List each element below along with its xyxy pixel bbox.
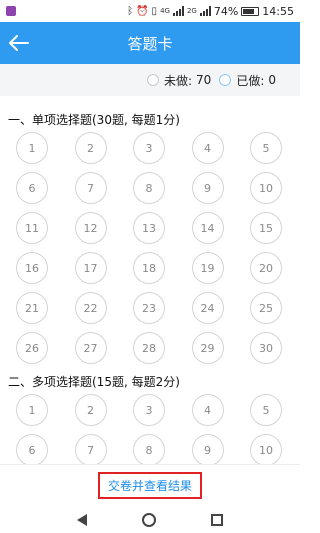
- question-button[interactable]: 30: [250, 332, 282, 364]
- question-button[interactable]: 7: [74, 172, 107, 204]
- question-button[interactable]: 24: [191, 292, 224, 324]
- question-button[interactable]: 26: [16, 332, 48, 364]
- question-button[interactable]: 10: [250, 434, 282, 464]
- nav-back-icon[interactable]: [77, 513, 88, 526]
- system-nav-bar: [0, 506, 300, 533]
- question-button[interactable]: 2: [74, 394, 107, 426]
- signal-icon: [172, 6, 184, 16]
- app-notification-icon: [6, 6, 16, 16]
- legend-bar: 未做: 70 已做: 0: [0, 64, 300, 96]
- battery-percent: 74%: [213, 4, 239, 18]
- vibrate-icon: ▯: [151, 5, 158, 17]
- title-bar: 答题卡: [0, 22, 300, 64]
- status-bar: ᛒ ⏰ ▯ 4G 2G 74% 14:55: [0, 0, 300, 22]
- question-button[interactable]: 15: [250, 212, 282, 244]
- question-button[interactable]: 10: [250, 172, 282, 204]
- question-button[interactable]: 14: [191, 212, 224, 244]
- nav-recent-apps-icon[interactable]: [210, 513, 223, 526]
- page-title: 答题卡: [127, 34, 173, 53]
- question-button[interactable]: 20: [250, 252, 282, 284]
- question-button[interactable]: 11: [16, 212, 48, 244]
- undone-count: 70: [196, 73, 212, 87]
- legend-undone: 未做: 70: [146, 72, 212, 89]
- alarm-icon: ⏰: [136, 5, 149, 17]
- question-button[interactable]: 19: [191, 252, 224, 284]
- question-button[interactable]: 2: [74, 132, 107, 164]
- question-button[interactable]: 8: [133, 172, 165, 204]
- status-time: 14:55: [262, 4, 294, 18]
- question-button[interactable]: 4: [191, 394, 224, 426]
- question-button[interactable]: 5: [250, 132, 282, 164]
- nav-home-icon[interactable]: [141, 512, 156, 527]
- undone-label: 未做:: [163, 73, 193, 88]
- question-button[interactable]: 13: [133, 212, 165, 244]
- question-button[interactable]: 23: [133, 292, 165, 324]
- question-button[interactable]: 7: [74, 434, 107, 464]
- question-button[interactable]: 16: [16, 252, 48, 284]
- section-title-single-choice: 一、单项选择题(30题, 每题1分): [8, 113, 180, 127]
- question-button[interactable]: 29: [191, 332, 224, 364]
- battery-icon: [241, 6, 260, 16]
- section-title-multiple-choice: 二、多项选择题(15题, 每题2分): [8, 375, 180, 389]
- undone-circle-icon: [146, 74, 159, 86]
- signal-icon-2: [199, 6, 211, 16]
- question-grid-single-choice: 1 2 3 4 5 6 7 8 9 10 11 12 13 14 15 16 17 18 19 20 21 22 23 24 2…: [0, 132, 300, 364]
- answer-sheet-content[interactable]: 一、单项选择题(30题, 每题1分) 1 2 3 4 5 6 7 8 9 10 11 12 13 14 15…: [0, 96, 300, 464]
- question-button[interactable]: 9: [191, 172, 224, 204]
- question-button[interactable]: 21: [16, 292, 48, 324]
- network-label-2g: 2G: [186, 6, 197, 15]
- question-button[interactable]: 18: [133, 252, 165, 284]
- question-button[interactable]: 22: [74, 292, 107, 324]
- bluetooth-icon: ᛒ: [127, 5, 134, 17]
- question-button[interactable]: 17: [74, 252, 107, 284]
- back-arrow-icon[interactable]: [8, 33, 30, 53]
- question-button[interactable]: 6: [16, 172, 48, 204]
- question-button[interactable]: 6: [16, 434, 48, 464]
- question-button[interactable]: 4: [191, 132, 224, 164]
- legend-done: 已做: 0: [219, 72, 276, 89]
- bottom-bar: 交卷并查看结果: [0, 464, 300, 506]
- done-label: 已做:: [236, 73, 265, 88]
- question-button[interactable]: 27: [74, 332, 107, 364]
- question-button[interactable]: 25: [250, 292, 282, 324]
- done-circle-icon: [219, 74, 232, 86]
- question-button[interactable]: 3: [133, 394, 165, 426]
- submit-and-view-results-button[interactable]: 交卷并查看结果: [97, 472, 202, 499]
- question-button[interactable]: 1: [16, 132, 48, 164]
- question-button[interactable]: 8: [133, 434, 165, 464]
- network-label-4g: 4G: [160, 6, 170, 15]
- done-count: 0: [268, 73, 276, 87]
- question-button[interactable]: 12: [74, 212, 107, 244]
- question-button[interactable]: 28: [133, 332, 165, 364]
- question-button[interactable]: 1: [16, 394, 48, 426]
- question-button[interactable]: 9: [191, 434, 224, 464]
- question-grid-multiple-choice: 1 2 3 4 5 6 7 8 9 10: [0, 394, 300, 464]
- question-button[interactable]: 5: [250, 394, 282, 426]
- question-button[interactable]: 3: [133, 132, 165, 164]
